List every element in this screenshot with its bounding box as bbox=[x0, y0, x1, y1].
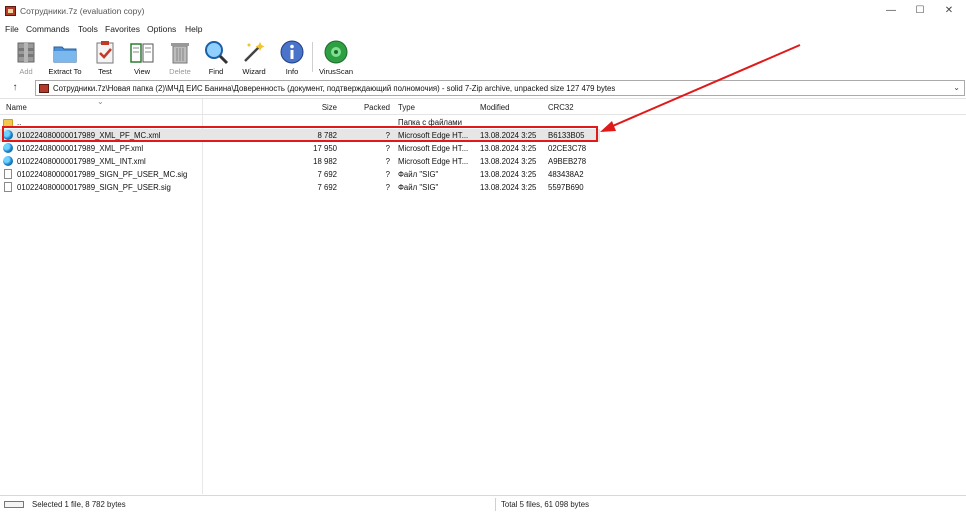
menu-bar: File Commands Tools Favorites Options He… bbox=[0, 22, 966, 36]
column-header-name[interactable]: Name bbox=[6, 103, 27, 112]
menu-commands[interactable]: Commands bbox=[26, 24, 69, 34]
virusscan-button[interactable]: VirusScan bbox=[316, 38, 356, 76]
drive-icon bbox=[4, 501, 24, 508]
magnifier-icon bbox=[205, 41, 229, 65]
minimize-button[interactable]: — bbox=[884, 4, 898, 18]
path-field[interactable]: Сотрудники.7z\Новая папка (2)\МЧД ЕИС Ба… bbox=[35, 80, 965, 96]
toolbar-separator bbox=[312, 42, 313, 72]
path-text: Сотрудники.7z\Новая папка (2)\МЧД ЕИС Ба… bbox=[53, 84, 616, 93]
folder-extract-icon bbox=[53, 46, 77, 63]
view-book-icon bbox=[130, 43, 154, 63]
trash-icon bbox=[171, 43, 189, 64]
edge-file-icon bbox=[3, 143, 13, 153]
list-item[interactable]: 010224080000017989_XML_PF.xml 17 950 ? M… bbox=[0, 142, 600, 155]
menu-options[interactable]: Options bbox=[147, 24, 176, 34]
info-icon bbox=[280, 40, 304, 64]
column-header-size[interactable]: Size bbox=[290, 103, 337, 112]
path-dropdown-icon[interactable]: ⌄ bbox=[953, 83, 960, 92]
window-title: Сотрудники.7z (evaluation copy) bbox=[20, 6, 145, 16]
file-list[interactable]: Name ⌄ Size Packed Type Modified CRC32 .… bbox=[0, 97, 966, 494]
selection-status: Selected 1 file, 8 782 bytes bbox=[32, 500, 126, 509]
column-header-packed[interactable]: Packed bbox=[340, 103, 390, 112]
list-item[interactable]: 010224080000017989_SIGN_PF_USER_MC.sig 7… bbox=[0, 168, 600, 181]
column-header-modified[interactable]: Modified bbox=[480, 103, 509, 112]
menu-favorites[interactable]: Favorites bbox=[105, 24, 140, 34]
wizard-button[interactable]: Wizard bbox=[234, 38, 274, 76]
maximize-button[interactable]: ☐ bbox=[913, 4, 927, 18]
find-button[interactable]: Find bbox=[196, 38, 236, 76]
column-header-type[interactable]: Type bbox=[398, 103, 415, 112]
document-file-icon bbox=[4, 182, 12, 192]
edge-file-icon bbox=[3, 156, 13, 166]
test-button[interactable]: Test bbox=[85, 38, 125, 76]
document-file-icon bbox=[4, 169, 12, 179]
column-header-row: Name ⌄ Size Packed Type Modified CRC32 bbox=[0, 97, 966, 115]
delete-button[interactable]: Delete bbox=[160, 38, 200, 76]
list-item[interactable]: 010224080000017989_XML_INT.xml 18 982 ? … bbox=[0, 155, 600, 168]
test-clipboard-icon bbox=[96, 41, 114, 64]
menu-help[interactable]: Help bbox=[185, 24, 202, 34]
list-item-parent-folder[interactable]: .. Папка с файлами bbox=[0, 116, 600, 129]
magic-wand-icon bbox=[244, 42, 265, 62]
address-bar: ↑ Сотрудники.7z\Новая папка (2)\МЧД ЕИС … bbox=[0, 78, 966, 98]
add-button[interactable]: Add bbox=[6, 38, 46, 76]
extract-to-button[interactable]: Extract To bbox=[45, 38, 85, 76]
add-archive-icon bbox=[17, 42, 35, 63]
close-button[interactable]: ✕ bbox=[942, 4, 956, 18]
title-bar: Сотрудники.7z (evaluation copy) — ☐ ✕ bbox=[0, 0, 966, 22]
menu-tools[interactable]: Tools bbox=[78, 24, 98, 34]
info-button[interactable]: Info bbox=[272, 38, 312, 76]
column-header-crc32[interactable]: CRC32 bbox=[548, 103, 574, 112]
virus-scan-icon bbox=[324, 40, 348, 64]
view-button[interactable]: View bbox=[122, 38, 162, 76]
status-separator bbox=[495, 498, 496, 511]
up-folder-button[interactable]: ↑ bbox=[8, 82, 22, 94]
toolbar: Add Extract To Test View Delete Find Wiz… bbox=[0, 36, 966, 76]
sort-indicator-icon: ⌄ bbox=[97, 97, 104, 106]
menu-file[interactable]: File bbox=[5, 24, 19, 34]
archive-icon bbox=[39, 84, 49, 93]
total-status: Total 5 files, 61 098 bytes bbox=[501, 500, 589, 509]
list-item-selected[interactable]: 010224080000017989_XML_PF_MC.xml 8 782 ?… bbox=[0, 129, 600, 142]
edge-file-icon bbox=[3, 130, 13, 140]
list-item[interactable]: 010224080000017989_SIGN_PF_USER.sig 7 69… bbox=[0, 181, 600, 194]
folder-icon bbox=[3, 119, 13, 127]
status-bar: Selected 1 file, 8 782 bytes Total 5 fil… bbox=[0, 495, 966, 512]
winrar-app-icon[interactable] bbox=[5, 6, 16, 16]
